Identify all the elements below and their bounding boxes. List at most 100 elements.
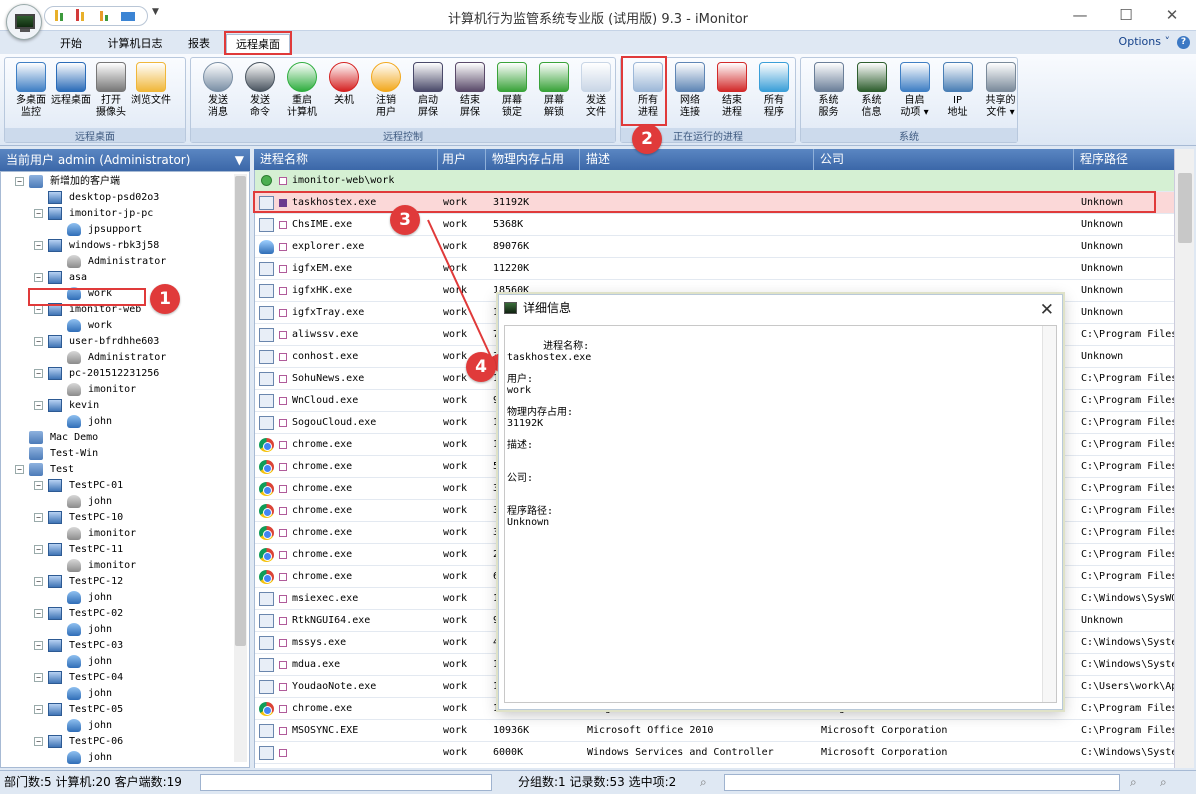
close-button[interactable]: ✕ [1157,5,1187,25]
grid-scrollbar[interactable] [1174,149,1194,768]
ribbon-button-remote-desktop[interactable]: 远程桌面 [51,62,91,107]
current-user-header[interactable]: 当前用户 admin (Administrator) ▼ [0,149,250,171]
options-menu[interactable]: Options ˅ [1119,35,1170,48]
tree-node[interactable]: − TestPC-02 [1,606,231,622]
ribbon-button-startup-gear[interactable]: 自启 动项 ▾ [893,62,936,119]
expand-toggle-icon[interactable]: − [34,545,43,554]
help-icon[interactable]: ? [1177,36,1190,49]
row-checkbox[interactable] [279,705,287,713]
row-checkbox[interactable] [279,617,287,625]
tree-node[interactable]: Test-Win [1,446,231,462]
expand-toggle-icon[interactable]: − [34,401,43,410]
expand-toggle-icon[interactable]: − [34,641,43,650]
tree-node[interactable]: − windows-rbk3j58 [1,238,231,254]
row-checkbox[interactable] [279,727,287,735]
minimize-button[interactable]: — [1065,5,1095,25]
tree-scroll-thumb[interactable] [235,176,246,646]
column-header[interactable]: 公司 [816,149,1074,170]
ribbon-button-end-process[interactable]: 结束 进程 [711,62,753,119]
expand-toggle-icon[interactable]: − [34,577,43,586]
tree-search-input[interactable] [200,774,492,791]
expand-toggle-icon[interactable]: − [34,369,43,378]
row-checkbox[interactable] [279,683,287,691]
expand-toggle-icon[interactable]: − [34,481,43,490]
ribbon-button-folder[interactable]: 浏览文件 [131,62,171,107]
tree-node[interactable]: − TestPC-05 [1,702,231,718]
expand-toggle-icon[interactable]: − [15,465,24,474]
process-row[interactable]: work 6000K Windows Services and Controller… [255,742,1174,764]
tree-node[interactable]: − kevin [1,398,231,414]
chevron-down-icon[interactable]: ▼ [235,149,244,171]
expand-toggle-icon[interactable]: − [34,673,43,682]
row-checkbox[interactable] [279,573,287,581]
row-checkbox[interactable] [279,485,287,493]
tree-node[interactable]: desktop-psd02o3 [1,190,231,206]
group-row[interactable]: imonitor-web\work [255,170,1174,192]
row-checkbox[interactable] [279,463,287,471]
ribbon-button-logoff-key[interactable]: 注销 用户 [365,62,407,119]
ribbon-button-network-connection[interactable]: 网络 连接 [669,62,711,119]
grid-search-input[interactable] [724,774,1120,791]
column-header[interactable]: 物理内存占用 [488,149,580,170]
row-checkbox[interactable] [279,529,287,537]
ribbon-button-shutdown[interactable]: 关机 [323,62,365,107]
row-checkbox[interactable] [279,287,287,295]
expand-toggle-icon[interactable]: − [34,513,43,522]
tree-node[interactable]: − 新增加的客户端 [1,174,231,190]
tree-node[interactable]: john [1,590,231,606]
tree-node[interactable]: imonitor [1,526,231,542]
expand-toggle-icon[interactable]: − [34,737,43,746]
ribbon-button-send-file[interactable]: 发送 文件 [575,62,617,119]
ribbon-button-screensaver-stop[interactable]: 结束 屏保 [449,62,491,119]
dialog-scrollbar[interactable] [1042,326,1056,702]
dialog-title-bar[interactable]: 详细信息 ✕ [499,295,1062,321]
row-checkbox[interactable] [279,419,287,427]
group-collapse-icon[interactable] [261,175,272,186]
tab-report[interactable]: 报表 [178,34,220,54]
expand-toggle-icon[interactable]: − [34,241,43,250]
grid-scroll-thumb[interactable] [1178,173,1192,243]
tree-node[interactable]: − TestPC-01 [1,478,231,494]
tree-node[interactable]: john [1,750,231,766]
ribbon-button-ip-address[interactable]: IP 地址 [936,62,979,119]
process-row[interactable]: MSOSYNC.EXE work 10936K Microsoft Office 20… [255,720,1174,742]
expand-toggle-icon[interactable]: − [34,209,43,218]
tree-node[interactable]: − asa [1,270,231,286]
expand-toggle-icon[interactable]: − [34,337,43,346]
ribbon-button-screen-unlock[interactable]: 屏幕 解锁 [533,62,575,119]
row-checkbox[interactable] [279,507,287,515]
tree-node[interactable]: john [1,686,231,702]
tree-node[interactable]: imonitor [1,382,231,398]
search-icon[interactable]: ⌕ [1130,771,1137,793]
row-checkbox[interactable] [279,375,287,383]
ribbon-button-shared-files[interactable]: 共享的 文件 ▾ [979,62,1022,119]
expand-toggle-icon[interactable]: − [34,273,43,282]
dialog-close-button[interactable]: ✕ [1040,297,1054,323]
app-logo-icon[interactable] [6,4,42,40]
tree-node[interactable]: − TestPC-03 [1,638,231,654]
ribbon-button-restart[interactable]: 重启 计算机 [281,62,323,119]
tree-node[interactable]: john [1,622,231,638]
column-header[interactable]: 进程名称 [256,149,438,170]
tree-node[interactable]: − pc-201512231256 [1,366,231,382]
tree-node[interactable]: jpsupport [1,222,231,238]
tab-start[interactable]: 开始 [50,34,92,54]
ribbon-button-all-programs[interactable]: 所有 程序 [753,62,795,119]
tree-node[interactable]: john [1,494,231,510]
maximize-button[interactable]: ☐ [1111,5,1141,25]
row-checkbox[interactable] [279,551,287,559]
expand-toggle-icon[interactable]: − [34,305,43,314]
tree-node[interactable]: − TestPC-11 [1,542,231,558]
row-checkbox[interactable] [279,265,287,273]
row-checkbox[interactable] [279,309,287,317]
tree-node[interactable]: − user-bfrdhhe603 [1,334,231,350]
tree-node[interactable]: Administrator [1,350,231,366]
column-header[interactable]: 用户 [438,149,486,170]
row-checkbox[interactable] [279,397,287,405]
row-checkbox[interactable] [279,441,287,449]
tab-computer-log[interactable]: 计算机日志 [100,34,170,54]
row-checkbox[interactable] [279,749,287,757]
tree-node[interactable]: − TestPC-04 [1,670,231,686]
row-checkbox[interactable] [279,595,287,603]
tree-node[interactable]: Administrator [1,254,231,270]
